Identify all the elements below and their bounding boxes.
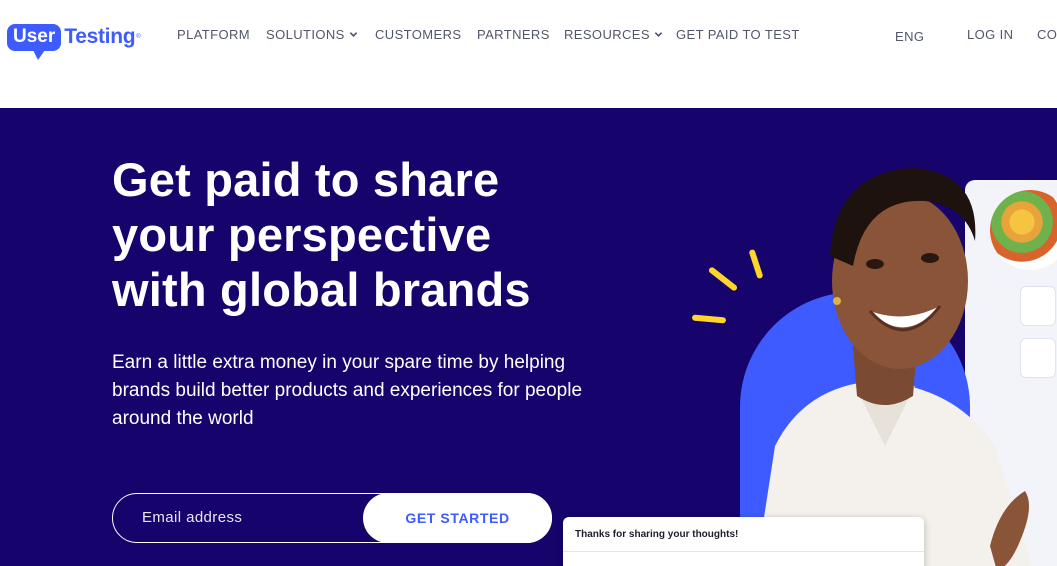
nav-resources-label: RESOURCES: [564, 27, 650, 42]
get-started-button[interactable]: GET STARTED: [363, 493, 552, 543]
chevron-down-icon: [349, 32, 357, 37]
nav-platform-label: PLATFORM: [177, 27, 251, 42]
sparkle-icon: [691, 314, 727, 324]
headline-line-2: your perspective: [112, 208, 492, 261]
hero-section: Get paid to share your perspective with …: [0, 108, 1057, 566]
chevron-down-icon: [654, 32, 663, 37]
usertesting-logo[interactable]: User Testing ®: [7, 20, 141, 60]
logo-text-user: User: [13, 25, 56, 47]
sparkle-icon: [707, 266, 739, 292]
nav-partners[interactable]: PARTNERS: [477, 27, 550, 42]
hero-headline: Get paid to share your perspective with …: [112, 152, 672, 317]
smiling-woman-photo: [756, 168, 1032, 566]
headline-line-3: with global brands: [112, 263, 531, 316]
language-label: ENG: [895, 29, 925, 44]
logo-trademark: ®: [136, 34, 141, 40]
nav-platform[interactable]: PLATFORM: [177, 27, 250, 42]
email-input[interactable]: [113, 494, 383, 541]
language-selector[interactable]: ENG: [895, 29, 924, 44]
login-label: LOG IN: [967, 27, 1014, 42]
headline-line-1: Get paid to share: [112, 153, 500, 206]
subtext-line-1: Earn a little extra money in your spare …: [112, 352, 566, 373]
nav-customers[interactable]: CUSTOMERS: [375, 27, 461, 42]
subtext-line-2: brands build better products and experie…: [112, 380, 583, 401]
nav-resources[interactable]: RESOURCES: [564, 27, 663, 42]
feedback-card: Thanks for sharing your thoughts!: [563, 517, 924, 566]
logo-bubble-tail: [33, 49, 45, 60]
nav-partners-label: PARTNERS: [477, 27, 550, 42]
nav-get-paid-label: GET PAID TO TEST: [676, 27, 800, 42]
contact-link[interactable]: CO: [1037, 27, 1057, 42]
feedback-card-divider: [563, 551, 924, 552]
contact-label: CO: [1037, 27, 1057, 42]
nav-solutions[interactable]: SOLUTIONS: [266, 27, 358, 42]
nav-solutions-label: SOLUTIONS: [266, 27, 345, 42]
subtext-line-3: around the world: [112, 408, 254, 429]
nav-get-paid-to-test[interactable]: GET PAID TO TEST: [676, 27, 800, 42]
feedback-card-text: Thanks for sharing your thoughts!: [575, 529, 739, 540]
signup-form: GET STARTED: [112, 493, 552, 543]
hero-subtext: Earn a little extra money in your spare …: [112, 349, 642, 433]
logo-text-testing: Testing: [64, 25, 136, 48]
login-link[interactable]: LOG IN: [967, 27, 1013, 42]
site-header: User Testing ® PLATFORM SOLUTIONS CUSTOM…: [0, 0, 1057, 108]
logo-speech-bubble: User: [7, 23, 62, 60]
nav-customers-label: CUSTOMERS: [375, 27, 462, 42]
